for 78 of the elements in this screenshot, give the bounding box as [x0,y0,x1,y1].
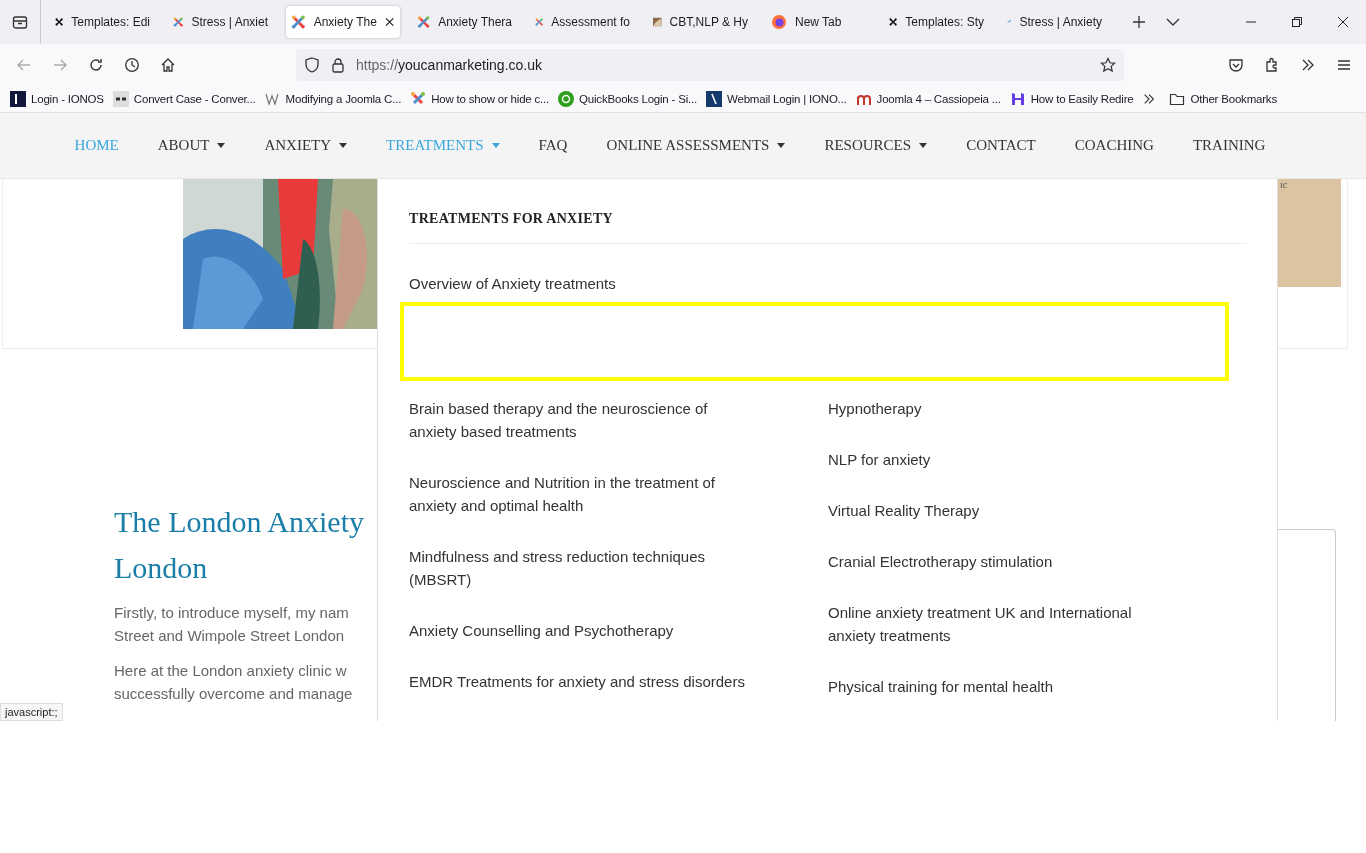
bookmark-item[interactable]: How to Easily Redire [1009,91,1134,107]
browser-tab[interactable]: Assessment fo [530,6,636,38]
browser-tab[interactable]: New Tab [766,6,872,38]
history-clock-icon[interactable] [124,57,140,73]
reload-icon[interactable] [88,57,104,73]
menu-link[interactable]: NLP for anxiety [828,448,1173,471]
menu-link[interactable]: Online anxiety treatment UK and International anxiety treatments [828,601,1173,647]
nav-link[interactable]: RESOURCES [824,137,928,154]
url-text: https://youcanmarketing.co.uk [356,57,542,73]
square-logo-icon [10,91,26,107]
nav-link[interactable]: ABOUT [157,137,226,154]
close-icon[interactable] [384,17,394,27]
menu-link[interactable]: EMDR Treatments for anxiety and stress disorders [409,670,754,693]
browser-tab[interactable]: Anxiety Thera [412,6,518,38]
joomla-logo-icon [291,14,306,30]
text-fragment: ıc [1280,179,1288,190]
bookmark-item[interactable]: Modifying a Joomla C... [264,91,402,107]
square-logo-icon [112,91,129,107]
nav-link[interactable]: ONLINE ASSESSMENTS [606,137,786,154]
nav-link[interactable]: TRAINING [1192,137,1266,154]
folder-icon [1169,91,1186,107]
bookmark-item[interactable]: Webmail Login | IONO... [706,91,847,107]
joomla-logo-icon [410,91,427,107]
paragraph-line: Street and Wimpole Street London [114,626,346,646]
browser-tab[interactable]: Templates: Sty [884,6,990,38]
home-icon[interactable] [160,57,176,73]
pocket-icon[interactable] [1228,57,1244,73]
double-chevron-icon[interactable] [1142,92,1157,106]
menu-link[interactable]: Mindfulness and stress reduction techniques (MBSRT) [409,545,754,591]
restore-icon[interactable] [1292,17,1302,27]
close-icon[interactable] [1338,17,1348,27]
nav-link[interactable]: FAQ [538,137,568,154]
menu-link[interactable]: Cranial Electrotherapy stimulation [828,550,1173,573]
menu-link[interactable]: Hypnotherapy [828,397,1173,420]
firefox-logo-icon [771,14,787,30]
double-chevron-icon[interactable] [1300,57,1316,73]
bookmark-folder[interactable]: Other Bookmarks [1169,91,1277,107]
menu-link[interactable]: Virtual Reality Therapy [828,499,1173,522]
joomla-logo-icon [173,14,184,30]
bookmark-item[interactable]: Convert Case - Conver... [112,91,256,107]
bookmark-item[interactable]: Joomla 4 – Cassiopeia ... [855,91,1001,107]
paragraph-line: successfully overcome and manage [114,684,354,704]
menu-link[interactable]: Anxiety Counselling and Psychotherapy [409,619,754,642]
browser-tab[interactable]: CBT,NLP & Hy [648,6,754,38]
shield-icon [304,57,320,73]
paragraph-line: Firstly, to introduce myself, my nam [114,603,350,623]
browser-tab[interactable]: Stress | Anxiety [1002,6,1108,38]
browser-tab[interactable]: Stress | Anxiet [168,6,274,38]
puzzle-icon[interactable] [1264,57,1280,73]
page-heading: The London Anxiety [114,504,364,540]
address-bar[interactable]: https://youcanmarketing.co.uk [296,49,1124,81]
chevron-down-icon[interactable] [1166,18,1180,26]
menu-link[interactable]: Neuroscience and Nutrition in the treatment of anxiety and optimal health [409,471,754,517]
bookmark-item[interactable]: QuickBooks Login - Si... [558,91,697,107]
bookmark-star-icon[interactable] [1100,57,1116,73]
bookmark-item[interactable]: Login - IONOS [10,91,104,107]
status-url: javascript:; [0,703,63,721]
new-tab-icon[interactable] [1132,15,1146,29]
scribble-logo-icon [264,91,281,107]
bookmark-item[interactable]: How to show or hide c... [410,91,550,107]
square-logo-icon [706,91,722,107]
menu-icon[interactable] [1336,57,1352,73]
browser-tab[interactable]: Anxiety The [286,6,400,38]
lock-icon [330,57,346,73]
nav-link[interactable]: COACHING [1074,137,1154,154]
menu-link[interactable]: Physical training for mental health [828,675,1173,698]
joomla-logo-icon [417,14,431,30]
menu-heading: TREATMENTS FOR ANXIETY [409,211,614,227]
nav-link[interactable]: ANXIETY [264,137,348,154]
tab-list-icon[interactable] [12,14,28,30]
bars-logo-icon [1009,91,1026,107]
menu-link[interactable]: Brain based therapy and the neuroscience of anxiety based treatments [409,397,754,443]
menu-link[interactable]: Overview of Anxiety treatments [409,272,1247,295]
nav-link[interactable]: CONTACT [966,137,1036,154]
page-heading: London [114,550,209,586]
browser-tab[interactable]: Templates: Edi [50,6,156,38]
circle-logo-icon [558,91,575,107]
paragraph-line: Here at the London anxiety clinic w [114,661,348,681]
